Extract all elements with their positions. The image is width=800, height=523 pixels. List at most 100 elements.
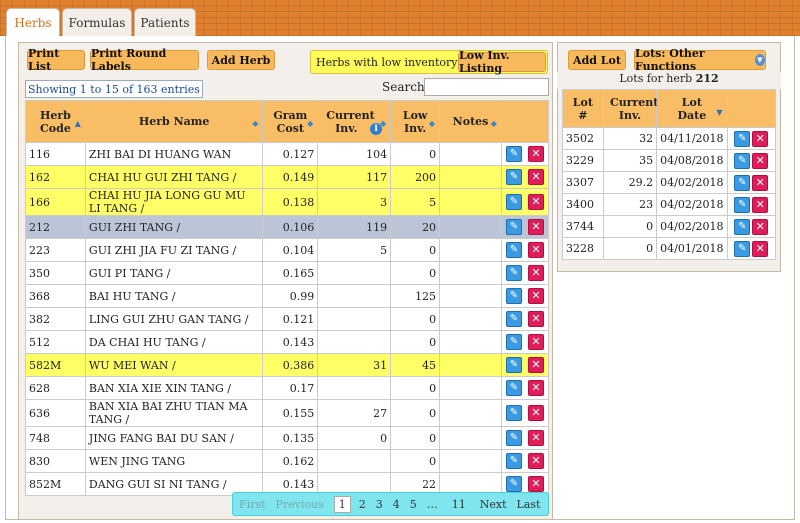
column-header-lot-number[interactable]: Lot # <box>562 89 604 128</box>
edit-icon[interactable]: ✎ <box>505 405 522 421</box>
edit-icon[interactable]: ✎ <box>734 130 751 147</box>
delete-icon[interactable]: ✕ <box>752 174 769 191</box>
edit-icon[interactable]: ✎ <box>505 169 522 185</box>
delete-icon[interactable]: ✕ <box>752 240 769 257</box>
table-row[interactable]: 582M WU MEI WAN /0.386 31 45 ✎ ✕ <box>25 353 550 377</box>
delete-icon[interactable]: ✕ <box>527 169 544 185</box>
table-row[interactable]: 636 BAN XIA BAI ZHU TIAN MA TANG /0.155 27… <box>25 399 550 427</box>
edit-icon[interactable]: ✎ <box>505 219 522 235</box>
delete-icon[interactable]: ✕ <box>527 288 544 304</box>
delete-icon[interactable]: ✕ <box>527 146 544 162</box>
pager-page[interactable]: 11 <box>452 498 466 511</box>
edit-icon[interactable]: ✎ <box>505 380 522 396</box>
edit-icon[interactable]: ✎ <box>734 240 751 257</box>
sort-icon: ◆ <box>428 118 436 128</box>
lot-row[interactable]: 3228 0 04/01/2018 ✎ ✕ <box>562 237 777 260</box>
edit-icon[interactable]: ✎ <box>505 146 522 162</box>
tab-herbs[interactable]: Herbs <box>6 8 60 37</box>
column-header-current-inv[interactable]: Current Inv. i ◆ <box>317 100 392 143</box>
table-row[interactable]: 368 BAI HU TANG /0.99 125 ✎ ✕ <box>25 284 550 308</box>
edit-icon[interactable]: ✎ <box>734 196 751 213</box>
delete-icon[interactable]: ✕ <box>527 357 544 373</box>
table-row[interactable]: 748 JING FANG BAI DU SAN /0.135 0 0 ✎ ✕ <box>25 426 550 450</box>
table-row[interactable]: 212 GUI ZHI TANG /0.106 119 20 ✎ ✕ <box>25 215 550 239</box>
lot-row[interactable]: 3502 32 04/11/2018 ✎ ✕ <box>562 127 777 150</box>
pager-page[interactable]: 3 <box>376 498 383 511</box>
column-header-low-inv[interactable]: Low Inv. ◆ <box>390 100 441 143</box>
table-row[interactable]: 223 GUI ZHI JIA FU ZI TANG /0.104 5 0 ✎ ✕ <box>25 238 550 262</box>
edit-icon[interactable]: ✎ <box>505 265 522 281</box>
lot-row[interactable]: 3307 29.2 04/02/2018 ✎ ✕ <box>562 171 777 194</box>
pager-last[interactable]: Last <box>517 498 541 511</box>
table-row[interactable]: 350 GUI PI TANG /0.165 0 ✎ ✕ <box>25 261 550 285</box>
edit-icon[interactable]: ✎ <box>505 453 522 469</box>
column-header-gram-cost[interactable]: Gram Cost ◆ <box>262 100 319 143</box>
row-actions: ✎ ✕ <box>500 376 550 400</box>
lot-date-cell: 04/11/2018 <box>656 127 728 150</box>
lot-number-cell: 3229 <box>562 149 604 172</box>
column-header-notes[interactable]: Notes ◆ <box>439 100 502 143</box>
lot-row[interactable]: 3744 0 04/02/2018 ✎ ✕ <box>562 215 777 238</box>
table-row[interactable]: 512 DA CHAI HU TANG /0.143 0 ✎ ✕ <box>25 330 550 354</box>
delete-icon[interactable]: ✕ <box>527 265 544 281</box>
column-header-lot-date[interactable]: Lot Date ▼ <box>656 89 728 128</box>
table-row[interactable]: 382 LING GUI ZHU GAN TANG /0.121 0 ✎ ✕ <box>25 307 550 331</box>
tab-patients[interactable]: Patients <box>134 8 196 36</box>
lot-inv-cell: 23 <box>602 193 658 216</box>
delete-icon[interactable]: ✕ <box>527 453 544 469</box>
search-input[interactable] <box>424 78 549 96</box>
column-header-herb-code[interactable]: Herb Code ▲ <box>25 100 86 143</box>
notes-cell <box>439 215 502 239</box>
pager-page[interactable]: 1 <box>333 495 351 513</box>
column-header-herb-name[interactable]: Herb Name ◆ <box>84 100 264 143</box>
lot-row[interactable]: 3229 35 04/08/2018 ✎ ✕ <box>562 149 777 172</box>
edit-icon[interactable]: ✎ <box>505 334 522 350</box>
table-row[interactable]: 830 WEN JING TANG 0.162 0 ✎ ✕ <box>25 449 550 473</box>
pager-page[interactable]: 5 <box>410 498 417 511</box>
delete-icon[interactable]: ✕ <box>527 476 544 492</box>
edit-icon[interactable]: ✎ <box>734 152 751 169</box>
print-round-labels-button[interactable]: Print Round Labels <box>90 47 199 73</box>
delete-icon[interactable]: ✕ <box>527 219 544 235</box>
delete-icon[interactable]: ✕ <box>752 218 769 235</box>
delete-icon[interactable]: ✕ <box>527 311 544 327</box>
edit-icon[interactable]: ✎ <box>505 242 522 258</box>
edit-icon[interactable]: ✎ <box>734 174 751 191</box>
lots-other-functions-button[interactable]: Lots: Other Functions ▼ <box>634 47 766 73</box>
delete-icon[interactable]: ✕ <box>527 380 544 396</box>
delete-icon[interactable]: ✕ <box>527 430 544 446</box>
delete-icon[interactable]: ✕ <box>527 334 544 350</box>
pager-page[interactable]: 4 <box>393 498 400 511</box>
delete-icon[interactable]: ✕ <box>527 194 544 210</box>
lot-row[interactable]: 3400 23 04/02/2018 ✎ ✕ <box>562 193 777 216</box>
print-list-button[interactable]: Print List <box>27 47 85 73</box>
edit-icon[interactable]: ✎ <box>505 311 522 327</box>
current-inv-cell <box>317 284 392 308</box>
delete-icon[interactable]: ✕ <box>752 196 769 213</box>
tab-formulas[interactable]: Formulas <box>62 8 132 36</box>
edit-icon[interactable]: ✎ <box>505 288 522 304</box>
pager-page[interactable]: 2 <box>359 498 366 511</box>
table-row[interactable]: 166 CHAI HU JIA LONG GU MU LI TANG /0.138… <box>25 188 550 216</box>
herb-name-cell: GUI PI TANG / <box>84 261 264 285</box>
edit-icon[interactable]: ✎ <box>505 357 522 373</box>
edit-icon[interactable]: ✎ <box>734 218 751 235</box>
pager-first[interactable]: First <box>239 498 265 511</box>
delete-icon[interactable]: ✕ <box>752 152 769 169</box>
delete-icon[interactable]: ✕ <box>527 405 544 421</box>
add-herb-button[interactable]: Add Herb <box>207 50 275 70</box>
add-lot-button[interactable]: Add Lot <box>568 50 626 70</box>
notes-cell <box>439 353 502 377</box>
pager-previous[interactable]: Previous <box>275 498 323 511</box>
edit-icon[interactable]: ✎ <box>505 430 522 446</box>
column-header-lot-current-inv[interactable]: Current Inv. <box>602 89 658 128</box>
table-row[interactable]: 628 BAN XIA XIE XIN TANG /0.17 0 ✎ ✕ <box>25 376 550 400</box>
edit-icon[interactable]: ✎ <box>505 476 522 492</box>
table-row[interactable]: 116 ZHI BAI DI HUANG WAN 0.127 104 0 ✎ ✕ <box>25 142 550 166</box>
edit-icon[interactable]: ✎ <box>505 194 522 210</box>
delete-icon[interactable]: ✕ <box>752 130 769 147</box>
delete-icon[interactable]: ✕ <box>527 242 544 258</box>
table-row[interactable]: 162 CHAI HU GUI ZHI TANG /0.149 117 200 ✎ ✕ <box>25 165 550 189</box>
low-inv-listing-button[interactable]: Low Inv. Listing <box>458 49 546 75</box>
pager-next[interactable]: Next <box>480 498 507 511</box>
